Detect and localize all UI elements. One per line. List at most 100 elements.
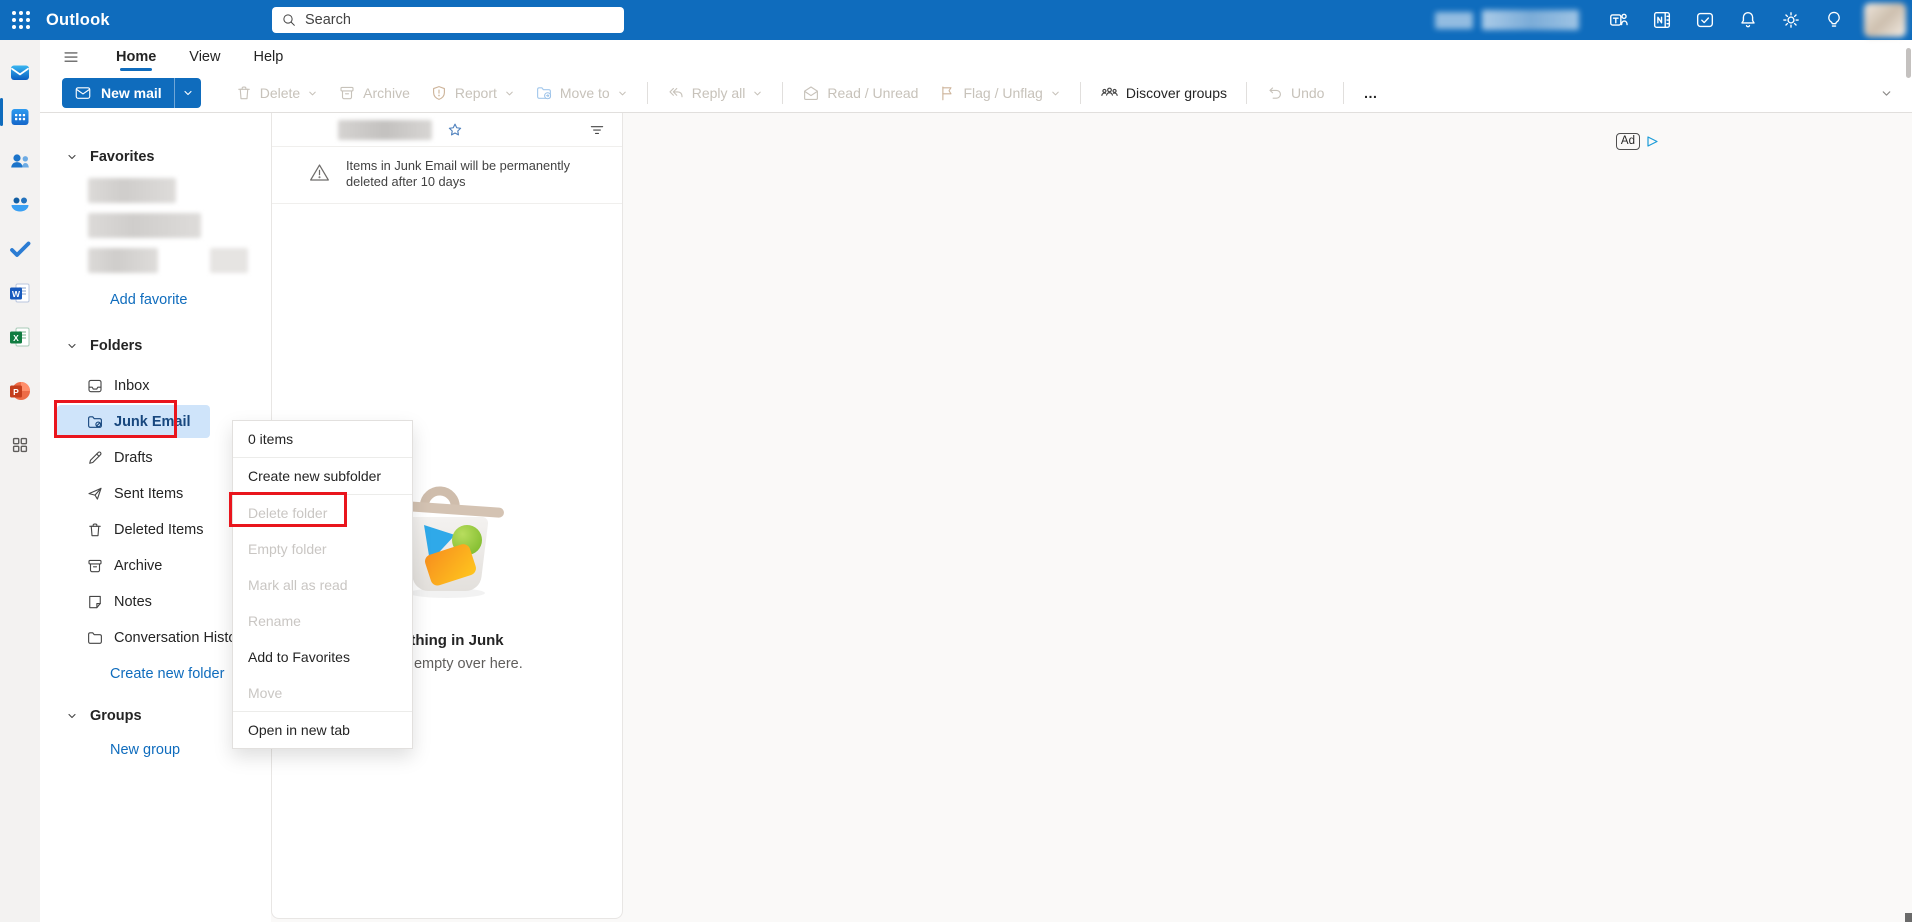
filter-button[interactable] <box>588 121 606 139</box>
rail-item-powerpoint[interactable]: P <box>5 376 35 406</box>
rail-item-more-apps[interactable] <box>5 430 35 460</box>
rail-item-excel[interactable]: X <box>5 322 35 352</box>
tips-button[interactable] <box>1817 3 1851 37</box>
toolbar-divider <box>646 82 648 104</box>
read-unread-button[interactable]: Read / Unread <box>792 78 928 108</box>
ribbon: Home View Help New mail Delete Archive R… <box>40 40 1912 113</box>
discover-groups-label: Discover groups <box>1125 85 1227 101</box>
onenote-button[interactable] <box>1645 3 1679 37</box>
favorites-section-header[interactable]: Favorites <box>40 141 271 173</box>
people-icon <box>11 154 29 168</box>
mail-icon <box>75 87 91 99</box>
svg-text:X: X <box>13 333 19 343</box>
search-input[interactable] <box>305 12 615 28</box>
undo-icon <box>1269 87 1281 99</box>
rail-item-word[interactable]: W <box>5 278 35 308</box>
menu-item-create-new-subfolder[interactable]: Create new subfolder <box>233 458 412 494</box>
folder-item-inbox[interactable]: Inbox <box>40 368 271 404</box>
menu-item-add-to-favorites[interactable]: Add to Favorites <box>233 639 412 675</box>
move-to-button[interactable]: Move to <box>525 78 638 108</box>
ad-area: Ad <box>1615 133 1660 150</box>
adchoices-icon[interactable] <box>1645 135 1660 148</box>
tab-home[interactable]: Home <box>106 44 166 70</box>
undo-label: Undo <box>1291 85 1325 101</box>
chevron-down-icon <box>309 91 316 95</box>
scrollbar-thumb[interactable] <box>1906 48 1911 78</box>
discover-groups-button[interactable]: Discover groups <box>1090 78 1237 108</box>
reply-all-button[interactable]: Reply all <box>657 78 774 108</box>
folder-label: Junk Email <box>114 414 191 430</box>
svg-text:W: W <box>12 289 21 299</box>
blurred-count <box>210 248 248 273</box>
header-blurred-item <box>1482 10 1579 30</box>
shield-alert-icon <box>432 86 445 100</box>
reply-all-icon <box>669 87 683 98</box>
add-favorite-link[interactable]: Add favorite <box>40 282 271 318</box>
reading-pane: Ad <box>623 113 1912 922</box>
menu-item-empty-folder[interactable]: Empty folder <box>233 531 412 567</box>
settings-button[interactable] <box>1774 3 1808 37</box>
archive-label: Archive <box>363 85 410 101</box>
onenote-icon <box>1653 11 1671 29</box>
folder-label: Sent Items <box>114 486 184 502</box>
teams-button[interactable] <box>1602 3 1636 37</box>
gear-icon <box>1783 12 1799 28</box>
flag-unflag-button[interactable]: Flag / Unflag <box>928 78 1070 108</box>
toolbar-divider <box>1343 82 1345 104</box>
bell-icon <box>1741 11 1755 28</box>
search-bar[interactable] <box>272 7 624 33</box>
undo-button[interactable]: Undo <box>1256 78 1334 108</box>
tab-view[interactable]: View <box>179 44 230 70</box>
blurred-label <box>88 178 176 203</box>
toolbar-divider <box>1246 82 1247 104</box>
new-mail-dropdown[interactable] <box>173 78 201 108</box>
archive-button[interactable]: Archive <box>328 78 420 108</box>
menu-item-rename[interactable]: Rename <box>233 603 412 639</box>
flag-unflag-label: Flag / Unflag <box>963 85 1043 101</box>
folder-icon <box>88 632 102 644</box>
header-actions <box>1435 0 1906 40</box>
collapse-ribbon-button[interactable] <box>1872 80 1900 106</box>
rail-item-todo[interactable] <box>5 234 35 264</box>
note-icon <box>89 595 101 609</box>
chevron-down-icon <box>506 91 513 95</box>
notifications-button[interactable] <box>1731 3 1765 37</box>
favorite-star-button[interactable] <box>446 121 464 139</box>
menu-item-delete-folder[interactable]: Delete folder <box>233 495 412 531</box>
favorite-item-blurred[interactable] <box>40 243 271 278</box>
todo-button[interactable] <box>1688 3 1722 37</box>
report-button[interactable]: Report <box>420 78 525 108</box>
collapse-folder-pane-button[interactable] <box>57 44 85 70</box>
menu-item-open-in-new-tab[interactable]: Open in new tab <box>233 712 412 748</box>
menu-item-mark-all-as-read[interactable]: Mark all as read <box>233 567 412 603</box>
more-options-button[interactable]: … <box>1353 78 1388 108</box>
waffle-icon <box>12 11 30 29</box>
new-mail-main[interactable]: New mail <box>62 78 174 108</box>
archive-icon <box>88 559 102 573</box>
rail-item-groups[interactable] <box>5 190 35 220</box>
delete-button[interactable]: Delete <box>225 78 328 108</box>
app-launcher-button[interactable] <box>0 0 42 40</box>
ribbon-toolbar: New mail Delete Archive Report Move to R… <box>40 73 1912 113</box>
rail-item-people[interactable] <box>5 146 35 176</box>
favorite-item-blurred[interactable] <box>40 208 271 243</box>
teams-icon <box>1610 13 1628 26</box>
inbox-icon <box>88 379 102 393</box>
rail-item-mail[interactable] <box>5 58 35 88</box>
rail-item-calendar[interactable] <box>5 102 35 132</box>
avatar[interactable] <box>1864 3 1906 37</box>
new-mail-button[interactable]: New mail <box>62 78 201 108</box>
outlook-mail-icon <box>11 65 29 80</box>
folders-section-header[interactable]: Folders <box>40 330 271 362</box>
tab-help[interactable]: Help <box>243 44 293 70</box>
toolbar-divider <box>1079 82 1081 104</box>
groups-icon <box>11 197 29 212</box>
folder-label: Drafts <box>114 450 153 466</box>
favorite-item-blurred[interactable] <box>40 173 271 208</box>
folder-context-menu: 0 items Create new subfolder Delete fold… <box>232 420 413 749</box>
chevron-down-icon <box>754 91 762 95</box>
page-scrollbar[interactable] <box>1905 40 1912 922</box>
lightbulb-icon <box>1828 11 1840 27</box>
menu-item-move[interactable]: Move <box>233 675 412 711</box>
rail-selected-indicator <box>0 98 3 126</box>
